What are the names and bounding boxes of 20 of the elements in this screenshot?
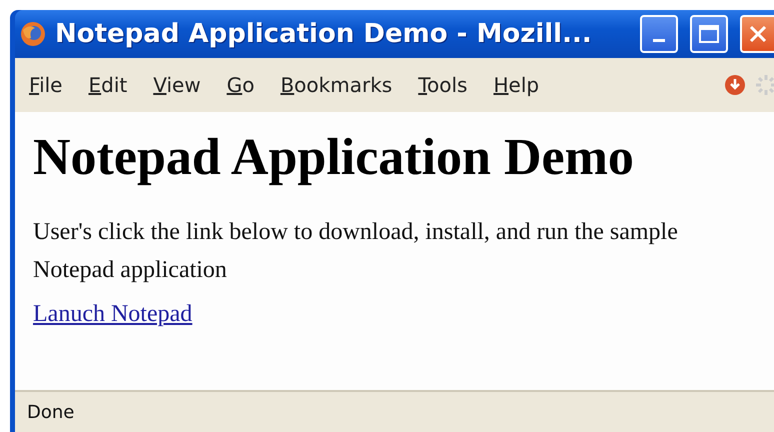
minimize-button[interactable] [640,15,678,53]
minimize-icon [653,38,665,42]
window-title: Notepad Application Demo - Mozill... [55,19,593,49]
menu-item[interactable]: File [29,73,62,97]
page-paragraph: User's click the link below to download, install, and run the sample Notepad application [33,218,679,285]
close-icon [748,24,768,44]
status-text: Done [27,402,74,422]
menu-item[interactable]: Go [226,73,254,97]
maximize-icon [698,24,720,44]
page-heading: Notepad Application Demo [33,128,635,187]
menu-item[interactable]: Help [493,73,540,97]
close-button[interactable] [740,15,774,53]
menu-item[interactable]: Tools [418,73,468,97]
throbber-icon [754,73,774,97]
menu-item[interactable]: Edit [88,73,128,97]
menu-item[interactable]: Bookmarks [280,73,392,97]
menu-item[interactable]: View [153,73,201,97]
browser-icon [19,20,47,48]
launch-link[interactable]: Lanuch Notepad [33,301,192,327]
maximize-button[interactable] [690,15,728,53]
